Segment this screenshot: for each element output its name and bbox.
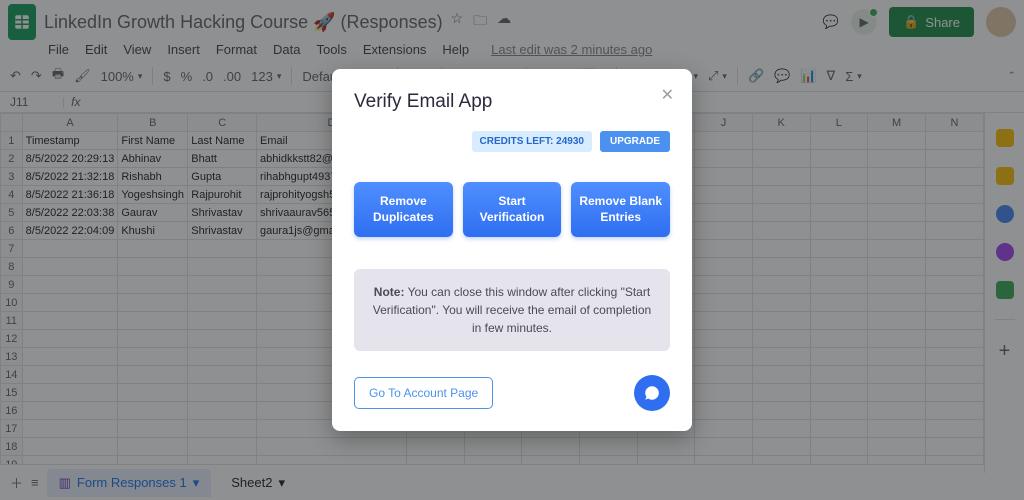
chat-fab-icon[interactable] bbox=[634, 375, 670, 411]
modal-overlay: Verify Email App ✕ CREDITS LEFT: 24930 U… bbox=[0, 0, 1024, 500]
verify-email-modal: Verify Email App ✕ CREDITS LEFT: 24930 U… bbox=[332, 69, 692, 431]
note-box: Note: You can close this window after cl… bbox=[354, 269, 670, 351]
upgrade-button[interactable]: UPGRADE bbox=[600, 131, 670, 152]
credits-badge: CREDITS LEFT: 24930 bbox=[472, 131, 592, 152]
modal-title: Verify Email App bbox=[354, 91, 670, 113]
start-verification-button[interactable]: Start Verification bbox=[463, 182, 562, 237]
remove-duplicates-button[interactable]: Remove Duplicates bbox=[354, 182, 453, 237]
note-label: Note: bbox=[374, 285, 405, 299]
close-icon[interactable]: ✕ bbox=[661, 85, 674, 105]
note-text: You can close this window after clicking… bbox=[373, 285, 651, 335]
go-to-account-button[interactable]: Go To Account Page bbox=[354, 377, 493, 409]
remove-blank-entries-button[interactable]: Remove Blank Entries bbox=[571, 182, 670, 237]
